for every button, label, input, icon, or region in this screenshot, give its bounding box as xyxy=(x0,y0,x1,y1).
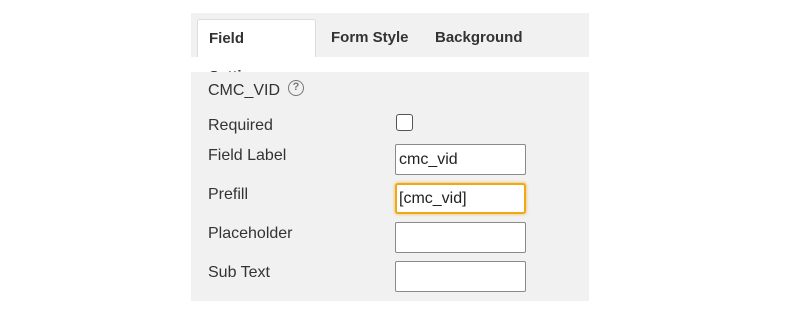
settings-tab-bar: Field Settings Form Style Background xyxy=(191,13,589,85)
tab-field-settings[interactable]: Field Settings xyxy=(197,19,316,85)
field-name-heading: CMC_VID xyxy=(208,82,281,99)
question-circle-icon[interactable]: ? xyxy=(288,80,304,96)
prefill-label: Prefill xyxy=(208,186,249,203)
tab-form-style[interactable]: Form Style xyxy=(331,19,409,57)
field-label-input[interactable] xyxy=(395,144,526,175)
required-checkbox[interactable] xyxy=(396,114,413,131)
field-label-label: Field Label xyxy=(208,147,287,164)
field-settings-panel: CMC_VID ? Required Field Label Prefill P… xyxy=(191,72,589,301)
sub-text-input[interactable] xyxy=(395,261,526,292)
placeholder-input[interactable] xyxy=(395,222,526,253)
required-label: Required xyxy=(208,117,273,134)
tab-background[interactable]: Background xyxy=(435,19,523,57)
prefill-input[interactable] xyxy=(395,183,526,214)
sub-text-label: Sub Text xyxy=(208,264,270,281)
placeholder-label: Placeholder xyxy=(208,225,293,242)
